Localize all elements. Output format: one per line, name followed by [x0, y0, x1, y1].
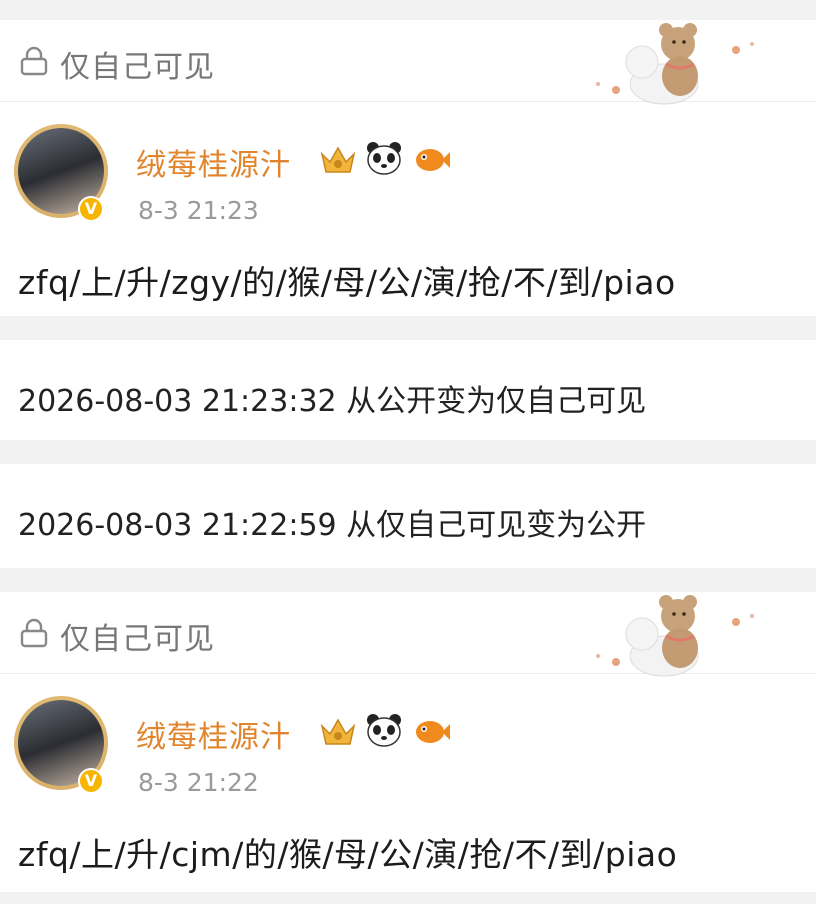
- verified-badge: V: [78, 196, 104, 222]
- user-badges: [318, 140, 450, 176]
- visibility-label: 仅自己可见: [60, 622, 215, 657]
- visibility-label: 仅自己可见: [60, 50, 215, 85]
- fish-icon[interactable]: [410, 712, 450, 748]
- verified-badge: V: [78, 768, 104, 794]
- visibility-bar: 仅自己可见: [0, 592, 816, 677]
- teddy-bear-decoration-icon: [596, 23, 754, 105]
- teddy-bear-decoration-icon: [596, 595, 754, 677]
- post-content[interactable]: zfq/上/升/zgy/的/猴/母/公/演/抢/不/到/piao: [18, 256, 676, 304]
- visibility-log-card: 2026-08-03 21:22:59 从仅自己可见变为公开: [0, 464, 816, 568]
- username[interactable]: 绒莓桂源汁: [136, 712, 291, 756]
- username[interactable]: 绒莓桂源汁: [136, 140, 291, 184]
- panda-icon[interactable]: [364, 140, 404, 176]
- post-content[interactable]: zfq/上/升/cjm/的/猴/母/公/演/抢/不/到/piao: [18, 828, 677, 876]
- user-badges: [318, 712, 450, 748]
- crown-badge-icon[interactable]: [318, 140, 358, 176]
- panda-icon[interactable]: [364, 712, 404, 748]
- visibility-log-text: 2026-08-03 21:23:32 从公开变为仅自己可见: [18, 384, 647, 419]
- visibility-bar: 仅自己可见: [0, 20, 816, 105]
- post-time: 8-3 21:22: [138, 768, 259, 797]
- post-card: 仅自己可见 V 绒莓桂源汁: [0, 20, 816, 316]
- post-time: 8-3 21:23: [138, 196, 259, 225]
- lock-icon: [20, 46, 48, 76]
- lock-icon: [20, 618, 48, 648]
- post-card: 仅自己可见 V 绒莓桂源汁: [0, 592, 816, 892]
- visibility-log-card: 2026-08-03 21:23:32 从公开变为仅自己可见: [0, 340, 816, 440]
- fish-icon[interactable]: [410, 140, 450, 176]
- crown-badge-icon[interactable]: [318, 712, 358, 748]
- visibility-log-text: 2026-08-03 21:22:59 从仅自己可见变为公开: [18, 508, 647, 543]
